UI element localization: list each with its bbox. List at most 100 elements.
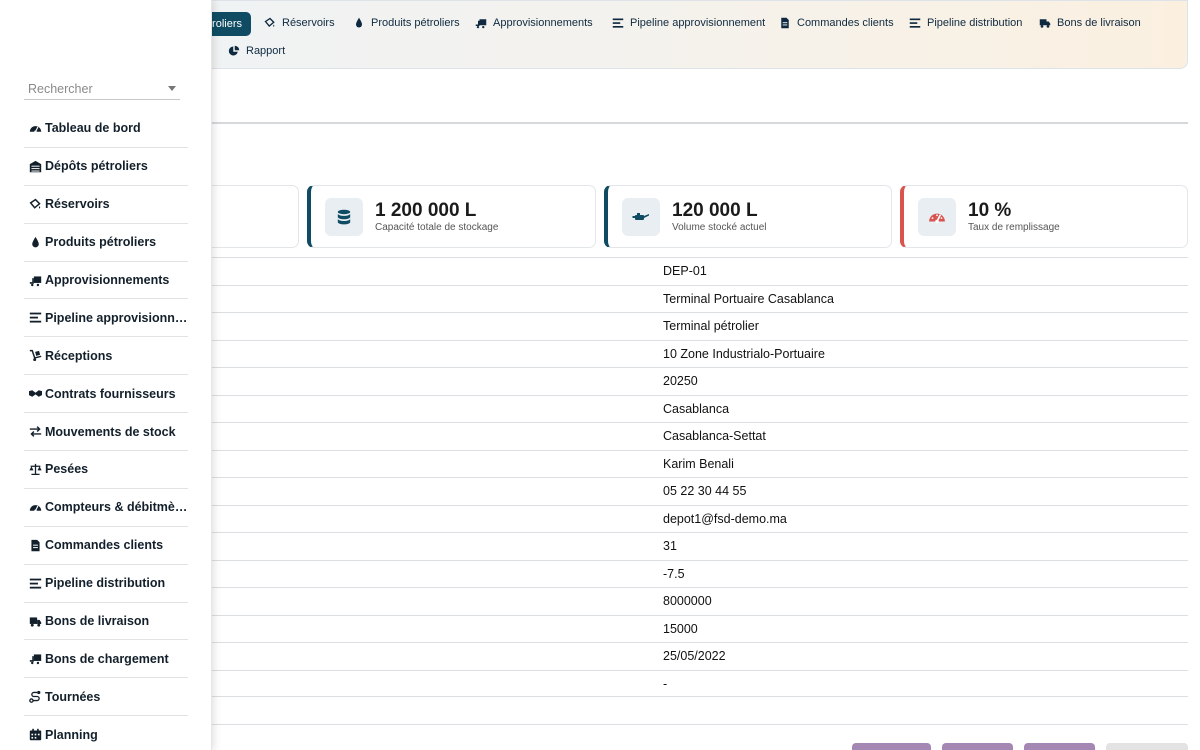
sidebar-item-depots[interactable]: Dépôts pétroliers: [24, 148, 188, 186]
tank-icon: [264, 17, 276, 29]
nav-item-label: Produits pétroliers: [371, 17, 460, 29]
kpi-value: 1 200 000 L: [375, 200, 477, 221]
section-divider: [212, 122, 1188, 124]
pie-chart-icon: [228, 45, 240, 57]
table-row: 10 Zone Industrialo-Portuaire: [212, 339, 1188, 368]
detail-value: 25/05/2022: [663, 649, 726, 663]
action-button[interactable]: [1106, 743, 1188, 750]
kpi-card-capacity: 1 200 000 L Capacité totale de stockage: [307, 185, 596, 248]
nav-item-pipeline-appro[interactable]: Pipeline approvisionnement: [612, 11, 765, 35]
dashboard-icon: [28, 500, 42, 514]
action-button[interactable]: [852, 743, 931, 750]
sidebar-item-compteurs[interactable]: Compteurs & débitmètres: [24, 489, 188, 527]
sidebar-item-pipeline-appro[interactable]: Pipeline approvisionnement: [24, 299, 188, 338]
sidebar-item-produits[interactable]: Produits pétroliers: [24, 224, 188, 262]
kpi-label: Volume stocké actuel: [672, 222, 767, 233]
sidebar-item-planning[interactable]: Planning: [24, 716, 188, 750]
sidebar-item-label: Réservoirs: [45, 197, 110, 212]
nav-item-label: Approvisionnements: [493, 17, 593, 29]
nav-item-produits[interactable]: Produits pétroliers: [353, 11, 460, 35]
detail-value: -: [663, 676, 668, 691]
detail-value: Karim Benali: [663, 456, 734, 471]
truck-loading-icon: [475, 17, 487, 29]
database-icon: [325, 198, 363, 236]
kpi-card-partial: [212, 185, 299, 248]
sidebar-item-pipeline-distribution[interactable]: Pipeline distribution: [24, 565, 188, 603]
sidebar-item-tournees[interactable]: Tournées: [24, 678, 188, 717]
sidebar-item-commandes[interactable]: Commandes clients: [24, 527, 188, 565]
sidebar-item-label: Tableau de bord: [45, 121, 141, 136]
kpi-label: Taux de remplissage: [968, 222, 1060, 233]
exchange-icon: [28, 425, 42, 439]
tank-icon: [28, 197, 42, 211]
sidebar-item-label: Réceptions: [45, 348, 113, 363]
gauge-icon: [918, 198, 956, 236]
table-row: 20250: [212, 367, 1188, 395]
sidebar-item-label: Pesées: [45, 462, 89, 477]
sidebar-item-label: Bons de chargement: [45, 651, 169, 666]
route-icon: [28, 690, 42, 704]
nav-item-approvisionnements[interactable]: Approvisionnements: [475, 11, 593, 35]
nav-item-commandes[interactable]: Commandes clients: [779, 11, 894, 35]
droplet-icon: [353, 17, 365, 29]
sidebar-item-bons-chargement[interactable]: Bons de chargement: [24, 640, 188, 679]
table-row: DEP-01: [212, 257, 1188, 285]
kpi-value: 10 %: [968, 200, 1012, 221]
section-divider: [212, 724, 1188, 725]
nav-item-bons-livraison[interactable]: Bons de livraison: [1039, 11, 1141, 35]
kpi-label: Capacité totale de stockage: [375, 222, 499, 233]
handshake-icon: [28, 387, 42, 401]
bars-icon: [612, 17, 624, 29]
action-button[interactable]: [1024, 743, 1095, 750]
table-row: depot1@fsd-demo.ma: [212, 504, 1188, 533]
chevron-down-icon[interactable]: [168, 86, 176, 91]
table-row: Karim Benali: [212, 449, 1188, 478]
kpi-card-fill-rate: 10 % Taux de remplissage: [900, 185, 1188, 248]
scale-icon: [28, 462, 42, 476]
sidebar-item-label: Planning: [45, 727, 98, 742]
detail-value: Casablanca: [663, 401, 730, 416]
sidebar-item-approvisionnements[interactable]: Approvisionnements: [24, 262, 188, 300]
nav-item-label: Commandes clients: [797, 17, 894, 29]
kpi-card-volume: 120 000 L Volume stocké actuel: [604, 185, 892, 248]
nav-item-label: Pipeline approvisionnement: [630, 17, 766, 29]
droplet-icon: [28, 235, 42, 249]
sidebar-item-label: Bons de livraison: [45, 614, 150, 629]
sidebar-item-label: Tournées: [45, 689, 101, 704]
table-row: Terminal pétrolier: [212, 312, 1188, 340]
detail-value: 10 Zone Industrialo-Portuaire: [663, 346, 825, 361]
nav-item-reservoirs[interactable]: Réservoirs: [264, 11, 335, 35]
detail-value: 31: [663, 539, 677, 553]
sidebar-item-reservoirs[interactable]: Réservoirs: [24, 186, 188, 224]
sidebar-search[interactable]: [24, 78, 180, 100]
document-icon: [779, 17, 791, 29]
oil-depot-icon: [28, 159, 42, 173]
sidebar-item-receptions[interactable]: Réceptions: [24, 337, 188, 376]
sidebar-item-pesees[interactable]: Pesées: [24, 451, 188, 489]
sidebar-item-bons-livraison[interactable]: Bons de livraison: [24, 603, 188, 641]
detail-value: 05 22 30 44 55: [663, 484, 747, 498]
sidebar-item-tableau-de-bord[interactable]: Tableau de bord: [24, 110, 188, 148]
table-row: 31: [212, 532, 1188, 560]
nav-item-pipeline-distribution[interactable]: Pipeline distribution: [909, 11, 1022, 35]
detail-value: depot1@fsd-demo.ma: [663, 511, 787, 526]
sidebar-item-label: Produits pétroliers: [45, 235, 157, 250]
bars-icon: [28, 576, 42, 590]
action-button[interactable]: [942, 743, 1013, 750]
sidebar-menu: Tableau de bord Dépôts pétroliers Réserv…: [24, 110, 188, 750]
nav-item-label: Bons de livraison: [1057, 17, 1141, 29]
table-row: 05 22 30 44 55: [212, 477, 1188, 505]
nav-item-rapport[interactable]: Rapport: [228, 39, 285, 63]
detail-value: 15000: [663, 621, 698, 636]
table-row: 25/05/2022: [212, 642, 1188, 670]
dolly-icon: [28, 349, 42, 363]
search-input[interactable]: [28, 81, 158, 96]
nav-item-label: roliers: [212, 18, 242, 30]
truck-loading-icon: [28, 652, 42, 666]
sidebar-item-label: Compteurs & débitmètres: [45, 500, 188, 515]
sidebar-item-contrats[interactable]: Contrats fournisseurs: [24, 375, 188, 414]
sidebar-item-mouvements[interactable]: Mouvements de stock: [24, 413, 188, 452]
sidebar-item-label: Approvisionnements: [45, 273, 170, 287]
detail-value: -7.5: [663, 566, 685, 581]
sidebar-item-label: Contrats fournisseurs: [45, 386, 176, 401]
